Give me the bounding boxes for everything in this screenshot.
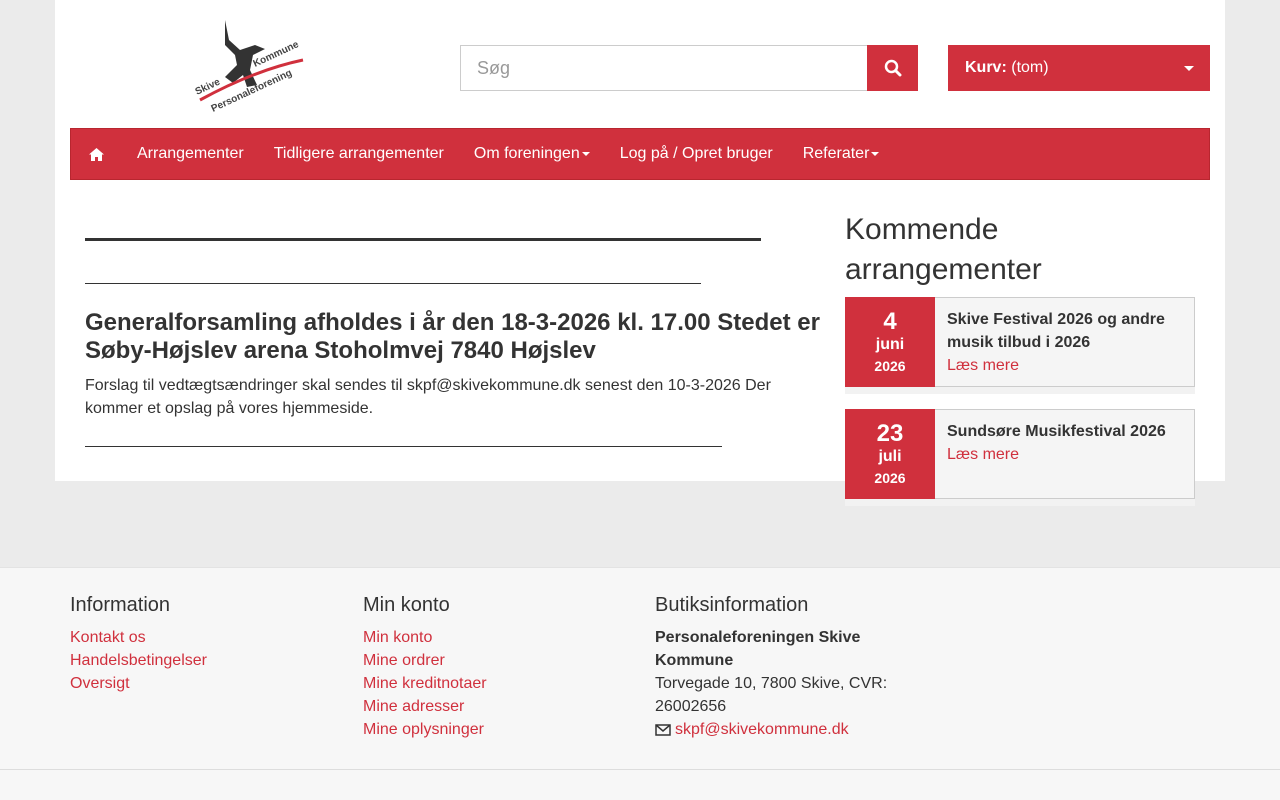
read-more-link[interactable]: Læs mere: [947, 446, 1019, 463]
event-month: juli: [878, 448, 902, 465]
logo[interactable]: Skive Kommune Personaleforening: [194, 15, 310, 115]
event-item: 23 juli 2026 Sundsøre Musikfestival 2026 Læ…: [845, 409, 1195, 506]
upcoming-events-title: Kommende arrangementer: [845, 213, 1042, 286]
announcement-heading: Generalforsamling afholdes i år den 18-3…: [85, 309, 820, 364]
event-day: 23: [876, 420, 904, 447]
event-date: 23 juli 2026: [845, 409, 935, 499]
search-input[interactable]: Søg: [460, 45, 918, 91]
search-icon: [884, 59, 901, 77]
shop-name: Personaleforeningen Skive Kommune: [655, 629, 861, 669]
event-year: 2026: [874, 358, 906, 374]
upcoming-events: Kommende arrangementer 4 juni 2026 Skive F…: [845, 210, 1195, 521]
cart-dropdown[interactable]: Kurv: (tom): [948, 45, 1210, 91]
main-nav: Arrangementer Tidligere arrangementer Om…: [70, 128, 1210, 180]
shop-address: Torvegade 10, 7800 Skive, CVR: 26002656: [655, 675, 888, 715]
footer: Information Kontakt os Handelsbetingelse…: [0, 567, 1280, 800]
cart-label: Kurv:: [965, 59, 1007, 76]
nav-home[interactable]: [71, 147, 122, 161]
home-icon: [89, 147, 104, 161]
footer-link-min-konto[interactable]: Min konto: [363, 626, 487, 649]
footer-link-handelsbetingelser[interactable]: Handelsbetingelser: [70, 649, 207, 672]
footer-information: Information Kontakt os Handelsbetingelse…: [70, 592, 207, 695]
event-title[interactable]: Skive Festival 2026 og andre musik tilbu…: [947, 308, 1182, 354]
envelope-icon: [655, 723, 671, 736]
divider: [85, 446, 722, 447]
footer-heading: Butiksinformation: [655, 594, 809, 616]
announcement-text: Forslag til vedtægtsændringer skal sende…: [85, 377, 771, 417]
footer-account: Min konto Min konto Mine ordrer Mine kre…: [363, 592, 487, 741]
nav-login[interactable]: Log på / Opret bruger: [605, 129, 788, 179]
divider: [85, 238, 761, 241]
footer-divider: [0, 769, 1280, 770]
nav-tidligere-arrangementer[interactable]: Tidligere arrangementer: [259, 129, 459, 179]
footer-link-oversigt[interactable]: Oversigt: [70, 672, 207, 695]
footer-link-ordrer[interactable]: Mine ordrer: [363, 649, 487, 672]
footer-heading: Min konto: [363, 594, 450, 616]
footer-link-kreditnotaer[interactable]: Mine kreditnotaer: [363, 672, 487, 695]
event-date: 4 juni 2026: [845, 297, 935, 387]
event-title[interactable]: Sundsøre Musikfestival 2026: [947, 420, 1182, 443]
cart-value: (tom): [1011, 59, 1049, 76]
footer-link-adresser[interactable]: Mine adresser: [363, 695, 487, 718]
footer-shop-info: Butiksinformation Personaleforeningen Sk…: [655, 592, 895, 741]
footer-link-kontakt[interactable]: Kontakt os: [70, 626, 207, 649]
event-day: 4: [883, 308, 897, 335]
footer-heading: Information: [70, 594, 171, 616]
footer-link-oplysninger[interactable]: Mine oplysninger: [363, 718, 487, 741]
nav-om-foreningen[interactable]: Om foreningen: [459, 129, 605, 179]
search-button[interactable]: [867, 45, 918, 91]
shop-email-link[interactable]: skpf@skivekommune.dk: [675, 718, 849, 741]
nav-referater[interactable]: Referater: [788, 129, 895, 179]
event-year: 2026: [874, 470, 906, 486]
read-more-link[interactable]: Læs mere: [947, 357, 1019, 374]
event-item: 4 juni 2026 Skive Festival 2026 og andre m…: [845, 297, 1195, 394]
page-container: Skive Kommune Personaleforening Søg Kurv…: [55, 0, 1225, 506]
divider: [85, 283, 701, 284]
caret-down-icon: [1184, 66, 1194, 71]
nav-arrangementer[interactable]: Arrangementer: [122, 129, 259, 179]
svg-text:Kommune: Kommune: [252, 39, 301, 70]
event-month: juni: [875, 336, 905, 353]
